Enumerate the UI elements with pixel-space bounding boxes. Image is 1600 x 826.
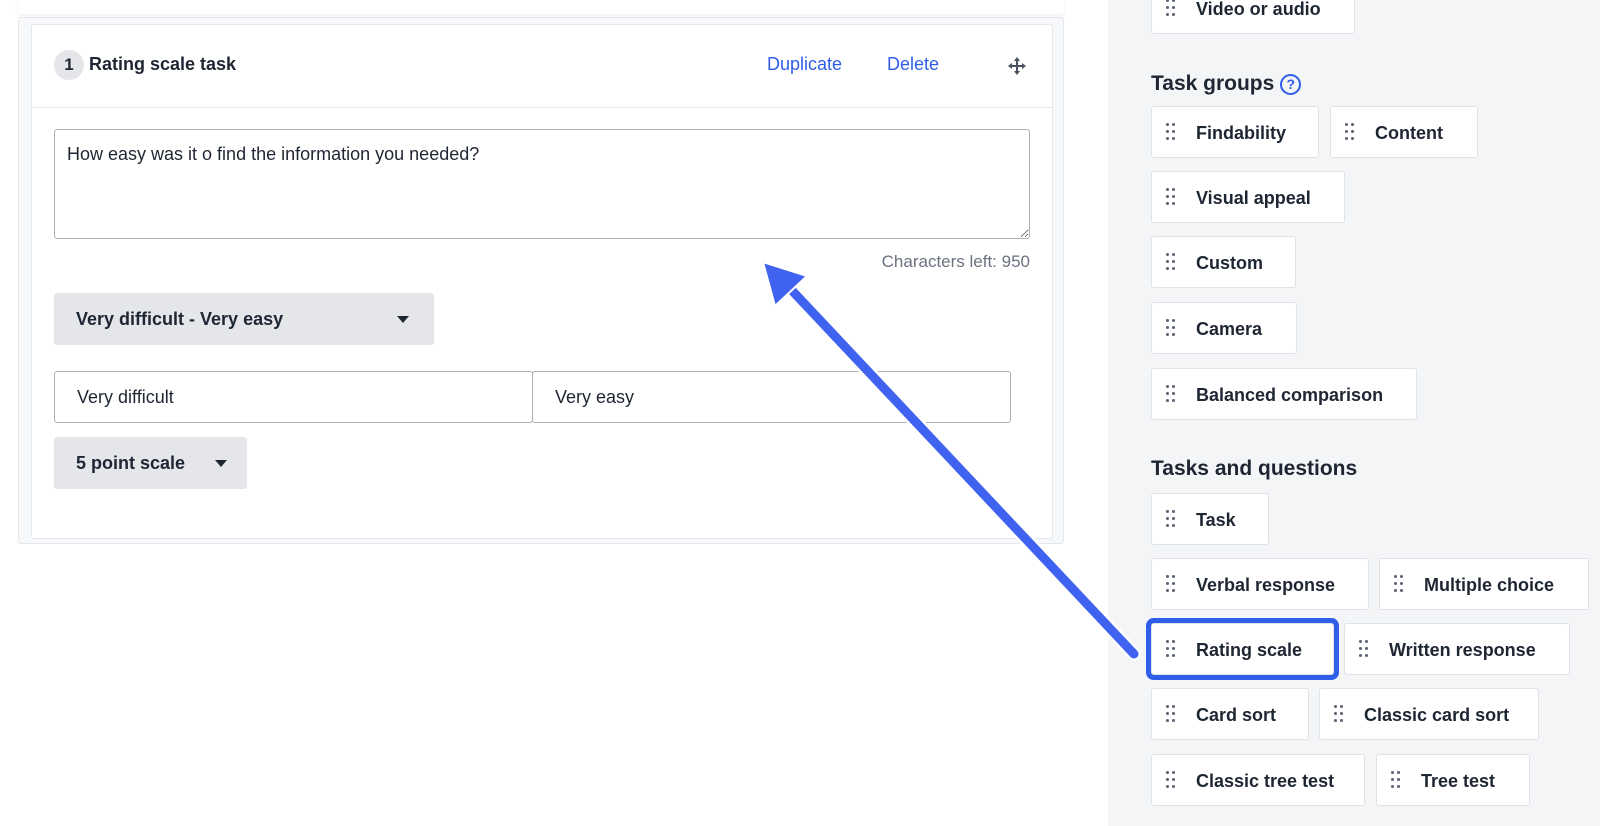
high-label-input[interactable] [532, 371, 1011, 423]
points-dropdown[interactable]: 5 point scale [54, 437, 247, 489]
chip-tree-test[interactable]: Tree test [1376, 754, 1530, 806]
previous-card-edge [18, 0, 1064, 14]
chip-label: Custom [1196, 253, 1263, 273]
chip-balanced-comparison[interactable]: Balanced comparison [1151, 368, 1417, 420]
chip-task[interactable]: Task [1151, 493, 1269, 545]
chip-rating-scale[interactable]: Rating scale [1151, 623, 1334, 675]
drag-handle-icon [1166, 188, 1176, 206]
scale-type-label: Very difficult - Very easy [76, 309, 284, 329]
low-label-input[interactable] [54, 371, 533, 423]
chip-label: Classic tree test [1196, 771, 1335, 791]
drag-handle-icon [1166, 771, 1176, 789]
drag-handle-icon [1345, 123, 1355, 141]
drag-handle-icon [1394, 575, 1404, 593]
chip-written-response[interactable]: Written response [1344, 623, 1570, 675]
chip-label: Video or audio [1196, 0, 1321, 19]
drag-handle-icon [1166, 0, 1176, 17]
delete-link[interactable]: Delete [887, 54, 939, 75]
question-textarea[interactable]: How easy was it o find the information y… [54, 129, 1030, 239]
chip-custom[interactable]: Custom [1151, 236, 1296, 288]
chip-classic-card-sort[interactable]: Classic card sort [1319, 688, 1539, 740]
chip-label: Card sort [1196, 705, 1277, 725]
chip-label: Multiple choice [1424, 575, 1555, 595]
chip-camera[interactable]: Camera [1151, 302, 1297, 354]
chip-label: Rating scale [1196, 640, 1303, 660]
chip-verbal-response[interactable]: Verbal response [1151, 558, 1369, 610]
chip-content[interactable]: Content [1330, 106, 1478, 158]
chip-label: Tree test [1421, 771, 1496, 791]
drag-handle-icon [1166, 640, 1176, 658]
drag-handle-icon [1166, 385, 1176, 403]
drag-handle-icon [1359, 640, 1369, 658]
drag-handle-icon [1166, 705, 1176, 723]
drag-handle-icon [1334, 705, 1344, 723]
task-card-header: 1 Rating scale task Duplicate Delete [32, 25, 1052, 108]
chip-card-sort[interactable]: Card sort [1151, 688, 1309, 740]
move-icon[interactable] [1007, 56, 1027, 76]
drag-handle-icon [1166, 575, 1176, 593]
chip-multiple-choice[interactable]: Multiple choice [1379, 558, 1589, 610]
drag-handle-icon [1166, 319, 1176, 337]
chip-label: Balanced comparison [1196, 385, 1384, 405]
editor-panel: 1 Rating scale task Duplicate Delete How… [0, 0, 1108, 826]
chip-label: Classic card sort [1364, 705, 1510, 725]
chip-label: Findability [1196, 123, 1286, 143]
points-label: 5 point scale [76, 453, 186, 473]
chip-label: Camera [1196, 319, 1263, 339]
caret-down-icon [397, 316, 409, 323]
chip-video-or-audio[interactable]: Video or audio [1151, 0, 1355, 34]
caret-down-icon [215, 460, 227, 467]
chip-classic-tree-test[interactable]: Classic tree test [1151, 754, 1365, 806]
task-card: 1 Rating scale task Duplicate Delete How… [31, 24, 1053, 539]
help-icon[interactable]: ? [1280, 73, 1302, 95]
characters-left: Characters left: 950 [881, 252, 1030, 271]
task-groups-title: Task groups [1151, 72, 1275, 95]
scale-type-dropdown[interactable]: Very difficult - Very easy [54, 293, 434, 345]
chip-visual-appeal[interactable]: Visual appeal [1151, 171, 1345, 223]
task-title: Rating scale task [89, 54, 237, 74]
task-groups-heading: Task groups? [1151, 72, 1302, 96]
duplicate-link[interactable]: Duplicate [767, 54, 842, 75]
task-card-container: 1 Rating scale task Duplicate Delete How… [18, 17, 1064, 544]
drag-handle-icon [1391, 771, 1401, 789]
chip-label: Verbal response [1196, 575, 1336, 595]
task-palette-sidebar: Video or audio Task groups? Findability … [1108, 0, 1600, 826]
drag-handle-icon [1166, 253, 1176, 271]
chip-label: Content [1375, 123, 1443, 143]
tasks-and-questions-heading: Tasks and questions [1151, 457, 1358, 480]
drag-handle-icon [1166, 123, 1176, 141]
chip-label: Task [1196, 510, 1236, 530]
drag-handle-icon [1166, 510, 1176, 528]
task-number-badge: 1 [54, 50, 84, 80]
chip-findability[interactable]: Findability [1151, 106, 1319, 158]
chip-label: Visual appeal [1196, 188, 1311, 208]
chip-label: Written response [1389, 640, 1536, 660]
